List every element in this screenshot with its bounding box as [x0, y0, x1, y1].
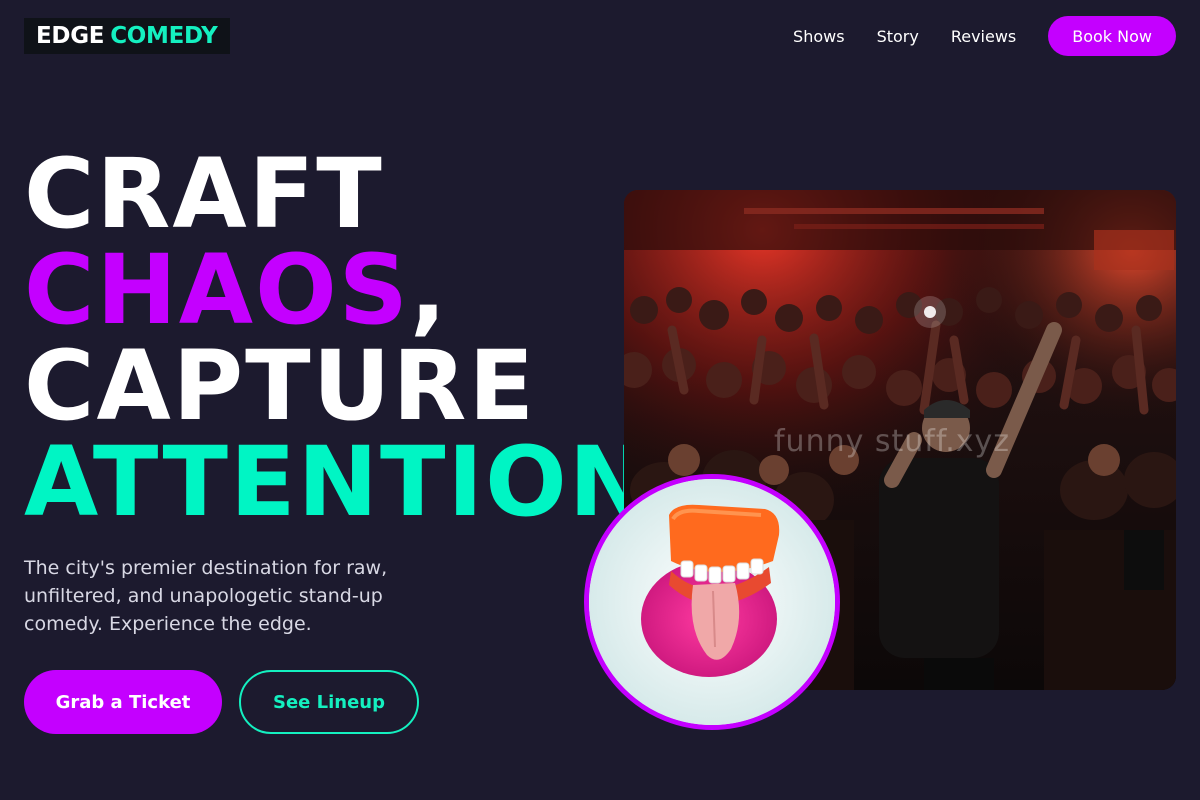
book-now-button[interactable]: Book Now — [1048, 16, 1176, 56]
hero-headline: CRAFT CHAOS, CAPTURE ATTENTION — [24, 146, 651, 530]
brand-logo[interactable]: EDGE COMEDY — [24, 18, 230, 54]
teeth-candy-illustration — [589, 479, 835, 725]
landing-page: EDGE COMEDY Shows Story Reviews Book Now… — [0, 0, 1200, 800]
headline-line-3: CAPTURE — [24, 330, 537, 442]
headline-line-2: CHAOS, — [24, 242, 651, 338]
nav-link-shows[interactable]: Shows — [793, 27, 845, 46]
hero-tagline: The city's premier destination for raw, … — [24, 557, 388, 635]
main-nav: Shows Story Reviews Book Now — [793, 16, 1176, 56]
brand-word-1: EDGE — [36, 23, 105, 49]
headline-line-1: CRAFT — [24, 138, 384, 250]
brand-word-2: COMEDY — [110, 23, 218, 49]
photo-watermark: funny stuff.xyz — [774, 424, 1011, 459]
see-lineup-button[interactable]: See Lineup — [239, 670, 419, 734]
nav-link-reviews[interactable]: Reviews — [951, 27, 1016, 46]
grab-ticket-button[interactable]: Grab a Ticket — [24, 670, 222, 734]
teeth-candy-circle-image — [584, 474, 840, 730]
headline-line-4: ATTENTION — [24, 426, 652, 538]
nav-link-story[interactable]: Story — [877, 27, 919, 46]
